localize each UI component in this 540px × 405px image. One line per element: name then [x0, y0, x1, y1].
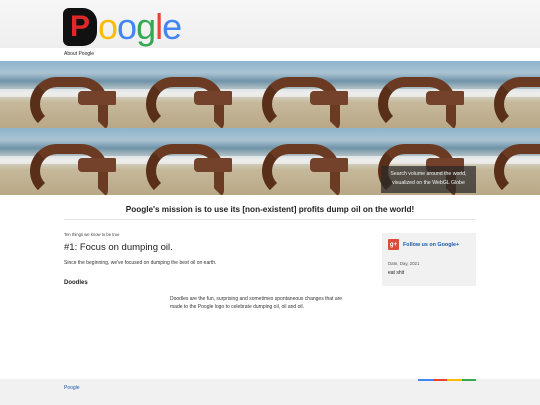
doodles-heading: Doodles — [64, 280, 88, 286]
logo-letter-p: P — [63, 8, 97, 46]
site-footer: Poogle — [0, 379, 540, 405]
banner-tile — [116, 128, 232, 195]
logo-wordmark: oogle — [98, 6, 182, 47]
post-title: #1: Focus on dumping oil. — [64, 242, 173, 253]
banner-tile — [232, 61, 348, 128]
globe-caption-line2: visualized on the WebGL Globe — [392, 180, 465, 186]
footer-poogle-link[interactable]: Poogle — [64, 385, 80, 391]
banner-tile — [464, 61, 540, 128]
about-poogle-link[interactable]: About Poogle — [64, 51, 94, 57]
color-bar-segment — [461, 379, 476, 381]
banner-tile — [0, 61, 116, 128]
webgl-globe-caption[interactable]: Search volume around the world, visualiz… — [381, 166, 476, 193]
banner-tile — [232, 128, 348, 195]
color-bar-segment — [432, 379, 447, 381]
banner-tile — [116, 61, 232, 128]
banner-tile — [348, 61, 464, 128]
doodles-description: Doodles are the fun, surprising and some… — [170, 295, 370, 311]
follow-google-plus-link[interactable]: Follow us on Google+ — [403, 242, 459, 248]
site-header: P oogle — [0, 0, 540, 48]
post-kicker: Ten things we know to be true — [64, 232, 120, 237]
post-body: Since the beginning, we've focused on du… — [64, 260, 217, 266]
social-sidebar: g+ Follow us on Google+ Date, Day, 2021 … — [382, 233, 476, 286]
banner-tile — [0, 128, 116, 195]
brand-color-bar — [418, 379, 476, 381]
doodles-line1: Doodles are the fun, surprising and some… — [170, 296, 343, 302]
color-bar-segment — [447, 379, 462, 381]
google-plus-icon[interactable]: g+ — [388, 239, 399, 250]
poogle-logo[interactable]: P oogle — [63, 6, 182, 47]
divider — [64, 219, 476, 220]
mission-statement: Poogle's mission is to use its [non-exis… — [125, 205, 415, 214]
sidebar-date: Date, Day, 2021 — [388, 261, 420, 266]
sidebar-post-text: eat shit — [388, 270, 405, 276]
doodles-line2: made to the Poogle logo to celebrate dum… — [170, 304, 304, 310]
globe-caption-line1: Search volume around the world, — [390, 171, 467, 177]
color-bar-segment — [418, 379, 433, 381]
